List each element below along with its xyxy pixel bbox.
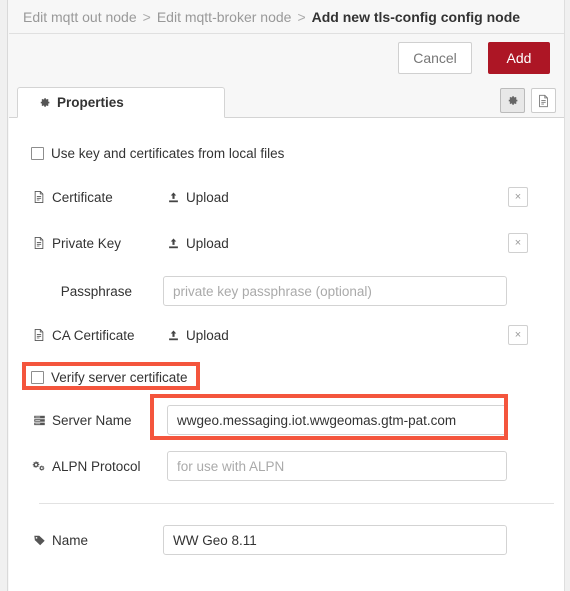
- tls-config-dialog: Edit mqtt out node > Edit mqtt-broker no…: [9, 0, 564, 591]
- file-icon: [31, 328, 47, 342]
- ca-certificate-upload-label: Upload: [186, 327, 229, 343]
- add-button[interactable]: Add: [488, 42, 550, 74]
- server-name-label-cell: Server Name: [9, 413, 144, 428]
- action-bar: Cancel Add: [9, 34, 564, 84]
- verify-server-certificate-row[interactable]: Verify server certificate: [9, 362, 564, 392]
- ca-certificate-row: CA Certificate Upload ×: [9, 320, 564, 350]
- breadcrumb: Edit mqtt out node > Edit mqtt-broker no…: [9, 0, 564, 34]
- use-local-files-label: Use key and certificates from local file…: [51, 145, 285, 161]
- file-icon: [31, 190, 47, 204]
- passphrase-label-cell: Passphrase: [9, 284, 144, 299]
- gear-icon: [36, 96, 52, 109]
- tag-icon: [31, 534, 47, 547]
- ca-certificate-upload-button[interactable]: Upload: [165, 328, 229, 343]
- dialog-window: Edit mqtt out node > Edit mqtt-broker no…: [0, 0, 570, 591]
- server-name-label: Server Name: [52, 412, 132, 428]
- tab-properties-label: Properties: [57, 95, 124, 110]
- private-key-label: Private Key: [52, 235, 122, 251]
- tab-properties[interactable]: Properties: [17, 87, 225, 118]
- private-key-upload-label: Upload: [186, 235, 229, 251]
- use-local-files-checkbox[interactable]: [31, 146, 44, 160]
- server-icon: [31, 414, 47, 427]
- breadcrumb-item-current: Add new tls-config config node: [311, 8, 521, 25]
- use-local-files-row[interactable]: Use key and certificates from local file…: [9, 138, 564, 168]
- certificate-label-cell: Certificate: [9, 190, 144, 205]
- name-input[interactable]: [163, 525, 507, 555]
- verify-server-certificate-label: Verify server certificate: [51, 369, 188, 385]
- server-name-input[interactable]: [167, 405, 507, 435]
- left-gutter: [0, 0, 8, 591]
- certificate-upload-label: Upload: [186, 189, 229, 205]
- passphrase-input[interactable]: [163, 276, 507, 306]
- private-key-delete-button[interactable]: ×: [508, 233, 528, 253]
- upload-icon: [165, 191, 181, 204]
- file-icon: [31, 236, 47, 250]
- breadcrumb-item-mqtt-out[interactable]: Edit mqtt out node: [23, 9, 137, 25]
- ca-certificate-label: CA Certificate: [52, 327, 135, 343]
- breadcrumb-separator: >: [297, 8, 306, 25]
- name-label-cell: Name: [9, 533, 144, 548]
- certificate-upload-button[interactable]: Upload: [165, 190, 229, 205]
- verify-server-certificate-checkbox[interactable]: [31, 370, 44, 384]
- passphrase-label: Passphrase: [60, 283, 132, 299]
- upload-icon: [165, 237, 181, 250]
- document-icon: [539, 94, 548, 107]
- alpn-protocol-label-cell: ALPN Protocol: [9, 459, 144, 474]
- ca-certificate-delete-button[interactable]: ×: [508, 325, 528, 345]
- alpn-protocol-input[interactable]: [167, 451, 507, 481]
- breadcrumb-item-mqtt-broker[interactable]: Edit mqtt-broker node: [157, 9, 292, 25]
- certificate-row: Certificate Upload ×: [9, 182, 564, 212]
- properties-form: Use key and certificates from local file…: [9, 118, 564, 591]
- cancel-button[interactable]: Cancel: [398, 42, 472, 74]
- tab-icon-buttons: [500, 88, 556, 113]
- private-key-label-cell: Private Key: [9, 236, 144, 251]
- name-label: Name: [52, 532, 89, 548]
- right-gutter: [564, 0, 570, 591]
- private-key-upload-button[interactable]: Upload: [165, 236, 229, 251]
- tab-strip: Properties: [9, 84, 564, 118]
- tab-settings-gear-button[interactable]: [500, 88, 525, 113]
- certificate-delete-button[interactable]: ×: [508, 187, 528, 207]
- gear-icon: [508, 96, 518, 105]
- private-key-row: Private Key Upload ×: [9, 228, 564, 258]
- cogs-icon: [31, 460, 47, 473]
- section-divider: [39, 503, 554, 504]
- certificate-label: Certificate: [52, 189, 113, 205]
- breadcrumb-separator: >: [142, 8, 151, 25]
- ca-certificate-label-cell: CA Certificate: [9, 328, 144, 343]
- tab-description-button[interactable]: [531, 88, 556, 113]
- alpn-protocol-label: ALPN Protocol: [52, 458, 141, 474]
- upload-icon: [165, 329, 181, 342]
